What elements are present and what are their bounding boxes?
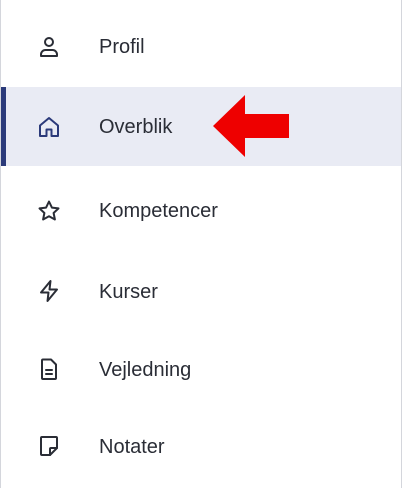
star-icon (37, 199, 61, 223)
user-icon (37, 35, 61, 59)
sidebar-item-label: Vejledning (99, 359, 192, 381)
sidebar-item-notater[interactable]: Notater (1, 406, 401, 485)
sidebar-item-label: Kurser (99, 281, 158, 303)
home-icon (37, 115, 61, 139)
sidebar-panel: Profil Overblik Kompetencer Kurser Vejle… (0, 0, 402, 488)
sidebar-item-label: Overblik (99, 116, 173, 138)
sidebar-item-kompetencer[interactable]: Kompetencer (1, 170, 401, 249)
sidebar-item-overblik[interactable]: Overblik (1, 87, 401, 166)
annotation-arrow-icon (211, 93, 291, 159)
note-icon (37, 434, 61, 458)
lightning-icon (37, 279, 61, 303)
sidebar-item-kurser[interactable]: Kurser (1, 250, 401, 329)
sidebar-item-label: Kompetencer (99, 200, 218, 222)
sidebar-item-vejledning[interactable]: Vejledning (1, 328, 401, 407)
sidebar-item-profil[interactable]: Profil (1, 8, 401, 87)
sidebar-item-label: Notater (99, 436, 165, 458)
sidebar-item-label: Profil (99, 36, 145, 58)
document-icon (37, 357, 61, 381)
